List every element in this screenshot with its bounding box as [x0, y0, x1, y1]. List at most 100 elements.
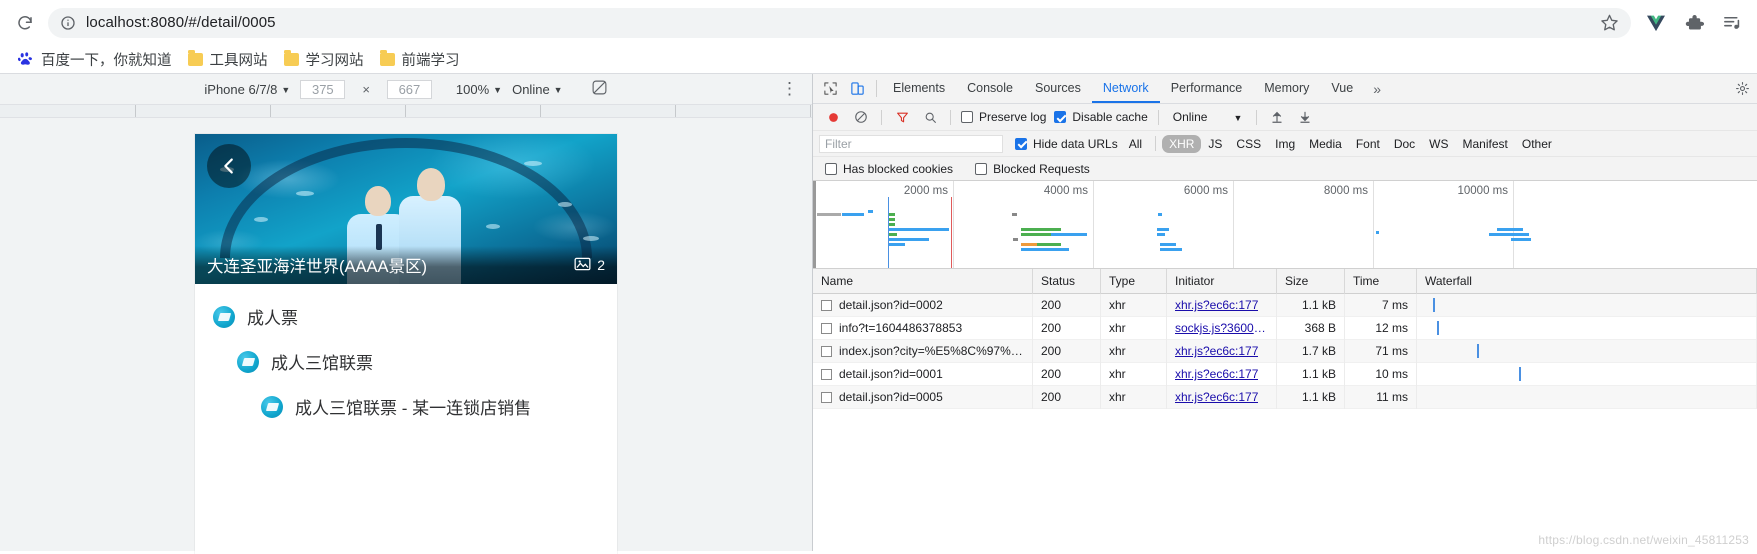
filter-type-media[interactable]: Media: [1302, 135, 1349, 153]
row-checkbox[interactable]: [821, 391, 832, 403]
filter-type-ws[interactable]: WS: [1422, 135, 1455, 153]
preserve-log-label: Preserve log: [979, 110, 1047, 124]
ticket-icon: [213, 305, 235, 328]
blocked-requests-checkbox[interactable]: Blocked Requests: [971, 162, 1094, 176]
network-throttle-select[interactable]: Online ▼: [512, 82, 563, 97]
search-icon[interactable]: [916, 105, 944, 129]
request-waterfall: [1417, 294, 1757, 317]
request-bar: [889, 243, 905, 246]
request-name-cell[interactable]: detail.json?id=0005: [813, 385, 1033, 409]
table-row[interactable]: index.json?city=%E5%8C%97%… 200 xhr xhr.…: [813, 339, 1757, 363]
request-name: detail.json?id=0001: [839, 367, 943, 381]
record-circle-icon[interactable]: [819, 105, 847, 129]
chevron-double-right-icon[interactable]: »: [1364, 74, 1390, 103]
table-row[interactable]: detail.json?id=0001 200 xhr xhr.js?ec6c:…: [813, 362, 1757, 386]
filter-type-doc[interactable]: Doc: [1387, 135, 1422, 153]
reload-icon[interactable]: [10, 8, 40, 38]
request-name-cell[interactable]: detail.json?id=0001: [813, 362, 1033, 386]
export-arrow-down-icon[interactable]: [1291, 105, 1319, 129]
row-checkbox[interactable]: [821, 368, 832, 380]
request-initiator-link[interactable]: xhr.js?ec6c:177: [1175, 390, 1258, 404]
column-header-status[interactable]: Status: [1033, 268, 1101, 294]
toggle-device-toolbar-icon[interactable]: [844, 74, 871, 103]
table-row[interactable]: detail.json?id=0005 200 xhr xhr.js?ec6c:…: [813, 385, 1757, 409]
bookmark-item[interactable]: 前端学习: [372, 46, 468, 73]
column-header-size[interactable]: Size: [1277, 268, 1345, 294]
filter-type-css[interactable]: CSS: [1229, 135, 1268, 153]
filter-type-img[interactable]: Img: [1268, 135, 1302, 153]
checkbox-box: [825, 162, 837, 175]
tab-console[interactable]: Console: [956, 74, 1024, 103]
request-initiator-link[interactable]: sockjs.js?3600:…: [1175, 321, 1268, 335]
disable-cache-checkbox[interactable]: Disable cache: [1050, 110, 1151, 124]
column-header-waterfall[interactable]: Waterfall: [1417, 268, 1757, 294]
zoom-value: 100%: [455, 81, 490, 97]
table-row[interactable]: info?t=1604486378853 200 xhr sockjs.js?3…: [813, 316, 1757, 340]
tab-sources[interactable]: Sources: [1024, 74, 1092, 103]
tab-elements[interactable]: Elements: [882, 74, 956, 103]
filter-type-manifest[interactable]: Manifest: [1456, 135, 1515, 153]
zoom-select[interactable]: 100% ▼: [456, 82, 502, 97]
photo-count-badge[interactable]: 2: [574, 257, 605, 274]
filter-type-js[interactable]: JS: [1201, 135, 1229, 153]
request-initiator-link[interactable]: xhr.js?ec6c:177: [1175, 344, 1258, 358]
request-bar: [1021, 248, 1069, 251]
viewport-width-input[interactable]: 375: [300, 79, 346, 99]
reading-list-icon[interactable]: [1721, 12, 1743, 34]
row-checkbox[interactable]: [821, 322, 832, 334]
preserve-log-checkbox[interactable]: Preserve log: [957, 110, 1050, 124]
request-name-cell[interactable]: detail.json?id=0002: [813, 294, 1033, 317]
page-info-icon[interactable]: [60, 15, 76, 31]
request-bar: [1013, 238, 1018, 241]
viewport-height-input[interactable]: 667: [386, 79, 432, 99]
tab-network[interactable]: Network: [1091, 74, 1160, 103]
vue-devtools-icon[interactable]: [1645, 12, 1667, 34]
column-header-time[interactable]: Time: [1345, 268, 1417, 294]
bookmark-item[interactable]: 学习网站: [276, 46, 372, 73]
row-checkbox[interactable]: [821, 299, 832, 311]
rotate-device-icon[interactable]: [591, 79, 608, 99]
hide-data-urls-checkbox[interactable]: Hide data URLs: [1011, 137, 1122, 151]
device-select[interactable]: iPhone 6/7/8 ▼: [204, 82, 290, 97]
throttle-select[interactable]: Online ▼: [1165, 110, 1251, 124]
column-header-name[interactable]: Name: [813, 268, 1033, 294]
column-header-type[interactable]: Type: [1101, 268, 1167, 294]
import-arrow-up-icon[interactable]: [1263, 105, 1291, 129]
request-waterfall: [1417, 385, 1757, 409]
filter-type-all[interactable]: All: [1122, 135, 1149, 153]
more-vertical-icon[interactable]: ⋮: [781, 80, 798, 97]
ticket-item[interactable]: 成人三馆联票: [195, 339, 617, 384]
back-chevron-icon[interactable]: [207, 144, 251, 188]
request-bar: [1160, 243, 1176, 246]
ticket-item[interactable]: 成人三馆联票 - 某一连锁店销售: [195, 384, 617, 429]
column-header-initiator[interactable]: Initiator: [1167, 268, 1277, 294]
filter-type-xhr[interactable]: XHR: [1162, 134, 1202, 153]
ticket-item[interactable]: 成人票: [195, 294, 617, 339]
tab-performance[interactable]: Performance: [1160, 74, 1254, 103]
chevron-down-icon: ▼: [553, 84, 563, 95]
extensions-puzzle-icon[interactable]: [1683, 12, 1705, 34]
filter-type-font[interactable]: Font: [1349, 135, 1387, 153]
row-checkbox[interactable]: [821, 345, 832, 357]
tab-memory[interactable]: Memory: [1253, 74, 1320, 103]
request-name-cell[interactable]: info?t=1604486378853: [813, 316, 1033, 340]
bookmark-star-icon[interactable]: [1600, 13, 1619, 32]
address-bar[interactable]: localhost:8080/#/detail/0005: [48, 7, 1631, 38]
filter-funnel-icon[interactable]: [888, 105, 916, 129]
network-overview-timeline[interactable]: 2000 ms 4000 ms 6000 ms 8000 ms 10000 ms: [813, 181, 1757, 269]
filter-type-other[interactable]: Other: [1515, 135, 1559, 153]
request-initiator-link[interactable]: xhr.js?ec6c:177: [1175, 298, 1258, 312]
request-bar: [1160, 248, 1182, 251]
request-name-cell[interactable]: index.json?city=%E5%8C%97%…: [813, 339, 1033, 363]
inspect-element-icon[interactable]: [817, 74, 844, 103]
clear-no-entry-icon[interactable]: [847, 105, 875, 129]
bookmark-item[interactable]: 工具网站: [180, 46, 276, 73]
has-blocked-cookies-checkbox[interactable]: Has blocked cookies: [821, 162, 957, 176]
filter-input[interactable]: Filter: [819, 134, 1003, 153]
tab-vue[interactable]: Vue: [1320, 74, 1364, 103]
bookmark-item[interactable]: 百度一下，你就知道: [10, 46, 180, 73]
table-row[interactable]: detail.json?id=0002 200 xhr xhr.js?ec6c:…: [813, 294, 1757, 317]
bookmark-label: 学习网站: [305, 52, 364, 69]
gear-icon[interactable]: [1727, 81, 1757, 96]
request-initiator-link[interactable]: xhr.js?ec6c:177: [1175, 367, 1258, 381]
